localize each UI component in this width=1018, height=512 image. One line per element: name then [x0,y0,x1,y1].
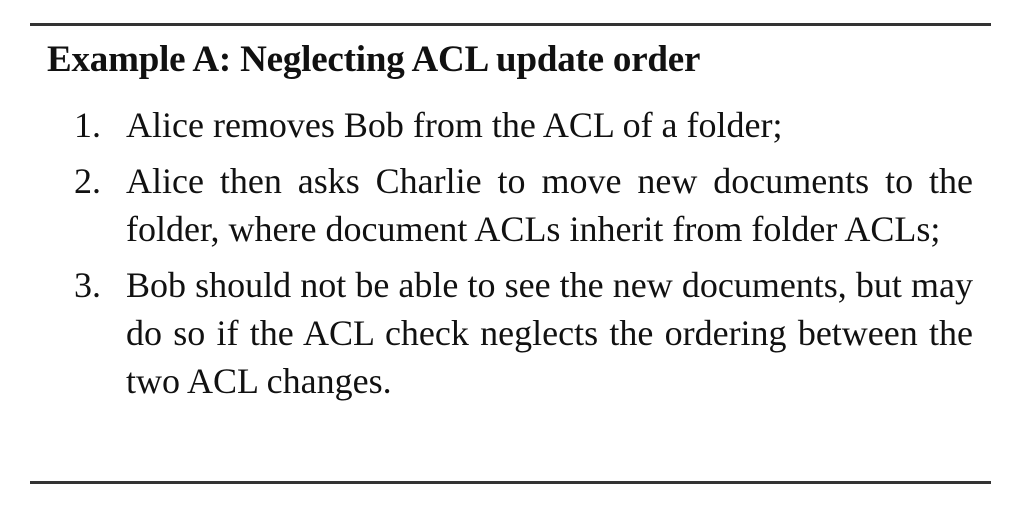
steps-list: 1. Alice removes Bob from the ACL of a f… [0,101,1018,405]
example-box: Example A: Neglecting ACL update order 1… [0,0,1018,512]
top-rule [30,23,991,26]
example-title: Example A: Neglecting ACL update order [47,39,701,80]
step-number: 2. [74,161,101,201]
bottom-rule [30,481,991,484]
step-text: Alice removes Bob from the ACL of a fold… [126,105,783,145]
step-number: 1. [74,105,101,145]
step-number: 3. [74,265,101,305]
list-item: 2. Alice then asks Charlie to move new d… [0,157,1018,253]
list-item: 1. Alice removes Bob from the ACL of a f… [0,101,1018,149]
step-text: Bob should not be able to see the new do… [126,265,973,401]
list-item: 3. Bob should not be able to see the new… [0,261,1018,405]
step-text: Alice then asks Charlie to move new docu… [126,161,973,249]
